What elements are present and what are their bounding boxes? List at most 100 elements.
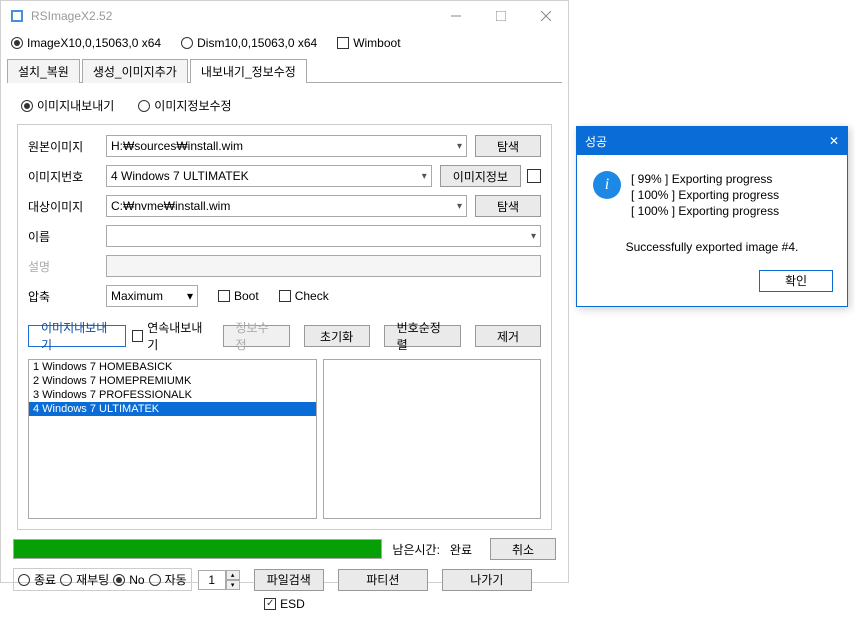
radio-dot-icon — [113, 574, 125, 586]
index-checkbox[interactable] — [527, 169, 541, 183]
radio-shutdown[interactable]: 종료 — [18, 571, 56, 588]
browse-target-button[interactable]: 탐색 — [475, 195, 541, 217]
compress-combo[interactable]: Maximum ▾ — [106, 285, 198, 307]
chevron-down-icon: ▾ — [187, 289, 193, 303]
dialog-body: i [ 99% ] Exporting progress [ 100% ] Ex… — [577, 155, 847, 260]
radio-reboot[interactable]: 재부팅 — [60, 571, 109, 588]
top-options-row: ImageX10,0,15063,0 x64 Dism10,0,15063,0 … — [1, 31, 568, 55]
progress-line-1: [ 99% ] Exporting progress — [631, 171, 779, 187]
dialog-title-text: 성공 — [585, 133, 607, 150]
window-controls — [433, 1, 568, 31]
spin-down-icon[interactable]: ▾ — [226, 580, 240, 590]
reset-button[interactable]: 초기화 — [304, 325, 370, 347]
tab-export[interactable]: 내보내기_정보수정 — [190, 59, 307, 83]
browse-source-button[interactable]: 탐색 — [475, 135, 541, 157]
secondary-listbox[interactable] — [323, 359, 541, 519]
list-item[interactable]: 4 Windows 7 ULTIMATEK — [29, 402, 316, 416]
spin-up-icon[interactable]: ▴ — [226, 570, 240, 580]
exit-button[interactable]: 나가기 — [442, 569, 532, 591]
main-window: RSImageX2.52 ImageX10,0,15063,0 x64 Dism… — [0, 0, 569, 583]
target-combo[interactable]: C:₩nvme₩install.wim ▾ — [106, 195, 467, 217]
remain-value: 완료 — [450, 541, 472, 558]
radio-auto[interactable]: 자동 — [149, 571, 187, 588]
compress-value: Maximum — [111, 289, 163, 303]
radio-export-image-label: 이미지내보내기 — [37, 97, 114, 114]
export-button[interactable]: 이미지내보내기 — [28, 325, 126, 347]
chevron-down-icon: ▾ — [422, 171, 427, 182]
list-item[interactable]: 2 Windows 7 HOMEPREMIUMK — [29, 374, 316, 388]
index-combo[interactable]: 4 Windows 7 ULTIMATEK ▾ — [106, 165, 432, 187]
row-target: 대상이미지 C:₩nvme₩install.wim ▾ 탐색 — [28, 195, 541, 217]
dialog-footer: 확인 — [577, 260, 847, 306]
row-index: 이미지번호 4 Windows 7 ULTIMATEK ▾ 이미지정보 — [28, 165, 541, 187]
check-wimboot[interactable]: Wimboot — [337, 36, 400, 50]
spinner-input[interactable] — [198, 570, 226, 590]
info-row: i [ 99% ] Exporting progress [ 100% ] Ex… — [593, 171, 831, 220]
row-compress: 압축 Maximum ▾ Boot Check — [28, 285, 541, 307]
success-text: Successfully exported image #4. — [593, 240, 831, 254]
row-source: 원본이미지 H:₩sources₩install.wim ▾ 탐색 — [28, 135, 541, 157]
list-item[interactable]: 3 Windows 7 PROFESSIONALK — [29, 388, 316, 402]
file-search-button[interactable]: 파일검색 — [254, 569, 324, 591]
radio-dot-icon — [181, 37, 193, 49]
radio-edit-info-label: 이미지정보수정 — [154, 97, 231, 114]
name-combo[interactable]: ▾ — [106, 225, 541, 247]
count-spinner[interactable]: ▴▾ — [198, 570, 240, 590]
info-icon: i — [593, 171, 621, 199]
checkbox-icon — [264, 598, 276, 610]
continuous-label: 연속내보내기 — [147, 319, 208, 353]
radio-dism[interactable]: Dism10,0,15063,0 x64 — [181, 36, 317, 50]
checkbox-icon — [337, 37, 349, 49]
compress-label: 압축 — [28, 288, 106, 305]
radio-no[interactable]: No — [113, 573, 144, 587]
minimize-button[interactable] — [433, 1, 478, 31]
tab-install[interactable]: 설치_복원 — [7, 59, 80, 83]
dialog-close-button[interactable]: ✕ — [829, 134, 839, 148]
info-text: [ 99% ] Exporting progress [ 100% ] Expo… — [631, 171, 779, 220]
progress-line-2: [ 100% ] Exporting progress — [631, 187, 779, 203]
check-check[interactable]: Check — [279, 289, 329, 303]
image-info-button[interactable]: 이미지정보 — [440, 165, 521, 187]
desc-label: 설명 — [28, 258, 106, 275]
cancel-button[interactable]: 취소 — [490, 538, 556, 560]
check-esd[interactable]: ESD — [264, 597, 305, 611]
ok-button[interactable]: 확인 — [759, 270, 833, 292]
radio-edit-info[interactable]: 이미지정보수정 — [138, 97, 231, 114]
power-radio-group: 종료 재부팅 No 자동 — [13, 568, 192, 591]
sub-mode-row: 이미지내보내기 이미지정보수정 — [21, 97, 548, 114]
radio-dot-icon — [138, 100, 150, 112]
chevron-down-icon: ▾ — [457, 201, 462, 212]
radio-imagex[interactable]: ImageX10,0,15063,0 x64 — [11, 36, 161, 50]
check-label: Check — [295, 289, 329, 303]
source-value: H:₩sources₩install.wim — [111, 139, 243, 153]
partition-button[interactable]: 파티션 — [338, 569, 428, 591]
remove-button[interactable]: 제거 — [475, 325, 541, 347]
source-combo[interactable]: H:₩sources₩install.wim ▾ — [106, 135, 467, 157]
close-button[interactable] — [523, 1, 568, 31]
image-listbox[interactable]: 1 Windows 7 HOMEBASICK2 Windows 7 HOMEPR… — [28, 359, 317, 519]
index-value: 4 Windows 7 ULTIMATEK — [111, 169, 249, 183]
radio-dot-icon — [18, 574, 30, 586]
sort-button[interactable]: 번호순정렬 — [384, 325, 461, 347]
source-label: 원본이미지 — [28, 138, 106, 155]
checkbox-icon — [132, 330, 143, 342]
tab-bar: 설치_복원 생성_이미지추가 내보내기_정보수정 — [7, 59, 562, 83]
list-item[interactable]: 1 Windows 7 HOMEBASICK — [29, 360, 316, 374]
list-container: 1 Windows 7 HOMEBASICK2 Windows 7 HOMEPR… — [28, 359, 541, 519]
check-continuous[interactable]: 연속내보내기 — [132, 319, 209, 353]
target-label: 대상이미지 — [28, 198, 106, 215]
desc-field — [106, 255, 541, 277]
checkbox-icon — [279, 290, 291, 302]
esd-label: ESD — [280, 597, 305, 611]
app-icon — [9, 8, 25, 24]
dialog-titlebar: 성공 ✕ — [577, 127, 847, 155]
check-boot[interactable]: Boot — [218, 289, 259, 303]
maximize-button[interactable] — [478, 1, 523, 31]
tab-content: 이미지내보내기 이미지정보수정 원본이미지 H:₩sources₩install… — [1, 83, 568, 619]
row-desc: 설명 — [28, 255, 541, 277]
tab-create[interactable]: 생성_이미지추가 — [82, 59, 188, 83]
esd-row: ESD — [13, 597, 556, 611]
edit-info-button[interactable]: 정보수정 — [223, 325, 290, 347]
check-wimboot-label: Wimboot — [353, 36, 400, 50]
radio-export-image[interactable]: 이미지내보내기 — [21, 97, 114, 114]
